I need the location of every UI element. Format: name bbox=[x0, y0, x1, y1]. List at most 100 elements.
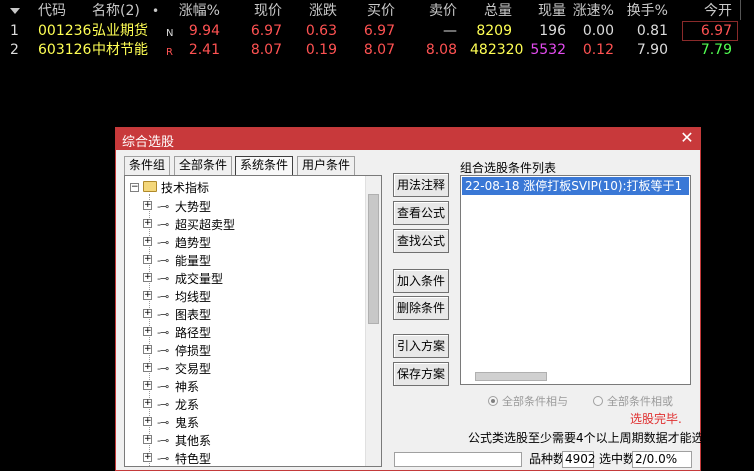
expand-icon[interactable]: + bbox=[143, 291, 152, 300]
key-icon: -⊸ bbox=[157, 200, 169, 213]
expand-icon[interactable]: + bbox=[143, 399, 152, 408]
expand-icon[interactable]: + bbox=[143, 435, 152, 444]
tree-item-label: 神系 bbox=[175, 380, 200, 394]
key-icon: -⊸ bbox=[157, 290, 169, 303]
key-icon: -⊸ bbox=[157, 218, 169, 231]
col-open[interactable]: 今开 bbox=[690, 2, 732, 20]
view-formula-button[interactable]: 查看公式 bbox=[393, 201, 449, 225]
tab-system-conditions[interactable]: 系统条件 bbox=[235, 156, 293, 176]
tree-item-label: 超买超卖型 bbox=[175, 218, 236, 232]
collapse-icon[interactable]: − bbox=[130, 183, 139, 192]
col-bid[interactable]: 买价 bbox=[353, 2, 395, 20]
stock-screener-dialog: 综合选股 ✕ 条件组 全部条件 系统条件 用户条件 − 技术指标 + -⊸ 大势型 +… bbox=[115, 127, 716, 471]
tab-user-conditions[interactable]: 用户条件 bbox=[297, 156, 355, 175]
col-dot: • bbox=[152, 4, 160, 18]
expand-icon[interactable]: + bbox=[143, 237, 152, 246]
turnover: 0.81 bbox=[636, 23, 668, 39]
list-hscroll-thumb[interactable] bbox=[475, 372, 547, 381]
col-name[interactable]: 名称(2) bbox=[92, 2, 140, 20]
expand-icon[interactable]: + bbox=[143, 417, 152, 426]
tree-item-label: 成交量型 bbox=[175, 272, 224, 286]
key-icon: -⊸ bbox=[157, 236, 169, 249]
key-icon: -⊸ bbox=[157, 272, 169, 285]
count-label: 品种数 bbox=[529, 452, 566, 466]
selected-value: 2/0.0% bbox=[632, 451, 692, 468]
expand-icon[interactable]: + bbox=[143, 363, 152, 372]
delete-condition-button[interactable]: 删除条件 bbox=[393, 296, 449, 320]
row-index: 1 bbox=[10, 23, 19, 39]
col-change[interactable]: 涨跌 bbox=[295, 2, 337, 20]
tree-scrollbar[interactable] bbox=[365, 176, 381, 466]
speed: 0.00 bbox=[582, 23, 614, 39]
expand-icon[interactable]: + bbox=[143, 345, 152, 354]
condition-list-item[interactable]: 22-08-18 涨停打板SVIP(10):打板等于1 bbox=[462, 177, 689, 195]
key-icon: -⊸ bbox=[157, 344, 169, 357]
bid: 8.07 bbox=[363, 42, 395, 58]
expand-icon[interactable]: + bbox=[143, 327, 152, 336]
radio-unselected-icon[interactable] bbox=[593, 396, 603, 406]
table-row[interactable]: 1 001236 弘业期货 N 9.94 6.97 0.63 6.97 — 82… bbox=[0, 21, 754, 41]
condition-tree[interactable]: − 技术指标 + -⊸ 大势型 + -⊸ 超买超卖型 + -⊸ 趋势型 + -⊸ 能量型 + -⊸ 成交量型… bbox=[124, 175, 382, 467]
col-change-pct[interactable]: 涨幅% bbox=[170, 2, 220, 20]
tree-item-label: 鬼系 bbox=[175, 416, 200, 430]
radio-selected-icon[interactable] bbox=[488, 396, 498, 406]
usage-notes-button[interactable]: 用法注释 bbox=[393, 173, 449, 197]
find-formula-button[interactable]: 查找公式 bbox=[393, 229, 449, 253]
expand-icon[interactable]: + bbox=[143, 219, 152, 228]
col-speed[interactable]: 涨速% bbox=[566, 2, 614, 20]
expand-icon[interactable]: + bbox=[143, 309, 152, 318]
col-price[interactable]: 现价 bbox=[240, 2, 282, 20]
save-plan-button[interactable]: 保存方案 bbox=[393, 362, 449, 386]
tree-item-label: 均线型 bbox=[175, 290, 212, 304]
key-icon: -⊸ bbox=[157, 416, 169, 429]
ask: — bbox=[443, 23, 457, 39]
dialog-title-bar[interactable]: 综合选股 ✕ bbox=[116, 128, 700, 150]
col-volume[interactable]: 总量 bbox=[470, 2, 512, 20]
cur-vol: 5532 bbox=[530, 42, 566, 58]
key-icon: -⊸ bbox=[157, 254, 169, 267]
table-row[interactable]: 2 603126 中材节能 R 2.41 8.07 0.19 8.07 8.08… bbox=[0, 40, 754, 60]
open: 7.79 bbox=[700, 42, 732, 58]
table-header: 代码 名称(2) • 涨幅% 现价 涨跌 买价 卖价 总量 现量 涨速% 换手%… bbox=[0, 0, 754, 22]
change: 0.19 bbox=[305, 42, 337, 58]
tree-item-label: 龙系 bbox=[175, 398, 200, 412]
expand-icon[interactable]: + bbox=[143, 453, 152, 462]
turnover: 7.90 bbox=[636, 42, 668, 58]
column-divider bbox=[740, 0, 754, 20]
col-cur-vol[interactable]: 现量 bbox=[524, 2, 566, 20]
progress-bar bbox=[394, 452, 522, 467]
tab-condition-group[interactable]: 条件组 bbox=[124, 156, 170, 175]
expand-icon[interactable]: + bbox=[143, 201, 152, 210]
change-pct: 9.94 bbox=[188, 23, 220, 39]
speed: 0.12 bbox=[582, 42, 614, 58]
close-icon[interactable]: ✕ bbox=[678, 129, 696, 147]
volume: 8209 bbox=[476, 23, 512, 39]
key-icon: -⊸ bbox=[157, 380, 169, 393]
tree-item-label: 大势型 bbox=[175, 200, 212, 214]
key-icon: -⊸ bbox=[157, 308, 169, 321]
add-condition-button[interactable]: 加入条件 bbox=[393, 269, 449, 293]
expand-icon[interactable]: + bbox=[143, 273, 152, 282]
sort-caret-icon[interactable] bbox=[10, 8, 20, 14]
import-plan-button[interactable]: 引入方案 bbox=[393, 334, 449, 358]
col-code[interactable]: 代码 bbox=[38, 2, 66, 20]
tree-root-label: 技术指标 bbox=[161, 181, 210, 195]
condition-list[interactable]: 22-08-18 涨停打板SVIP(10):打板等于1 bbox=[460, 175, 691, 385]
tab-all-conditions[interactable]: 全部条件 bbox=[174, 156, 232, 175]
cur-vol: 196 bbox=[539, 23, 566, 39]
tree-scroll-thumb[interactable] bbox=[368, 194, 379, 324]
col-turnover[interactable]: 换手% bbox=[620, 2, 668, 20]
key-icon: -⊸ bbox=[157, 434, 169, 447]
tree-item-label: 趋势型 bbox=[175, 236, 212, 250]
stock-code: 603126 bbox=[38, 42, 92, 58]
expand-icon[interactable]: + bbox=[143, 381, 152, 390]
tree-item-label: 交易型 bbox=[175, 362, 212, 376]
radio-all-and[interactable]: 全部条件相与 bbox=[488, 393, 568, 409]
key-icon: -⊸ bbox=[157, 362, 169, 375]
col-ask[interactable]: 卖价 bbox=[415, 2, 457, 20]
tree-item-label: 路径型 bbox=[175, 326, 212, 340]
radio-all-or[interactable]: 全部条件相或 bbox=[593, 393, 673, 409]
expand-icon[interactable]: + bbox=[143, 255, 152, 264]
price: 6.97 bbox=[250, 23, 282, 39]
ask: 8.08 bbox=[425, 42, 457, 58]
